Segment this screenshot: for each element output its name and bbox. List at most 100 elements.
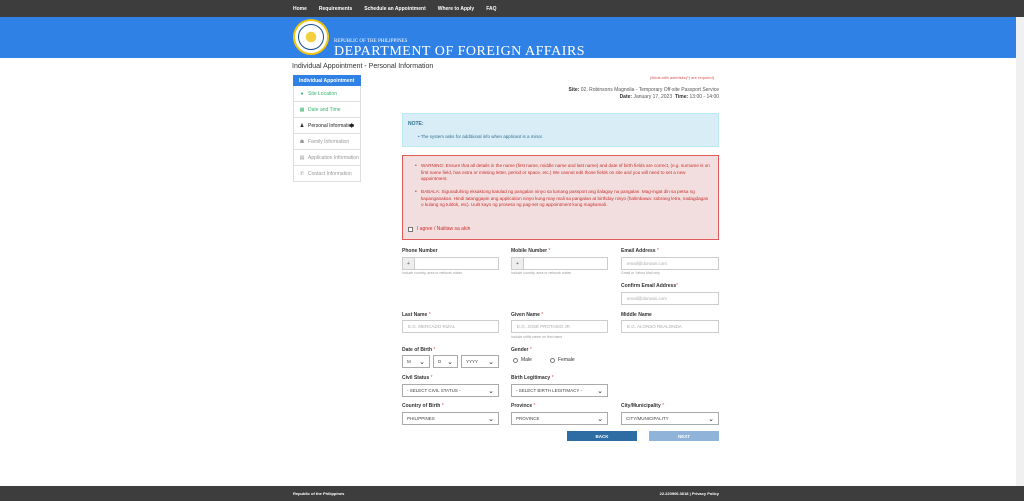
- given-name-hint: Include suffix name on first name: [511, 335, 563, 339]
- dfa-seal-icon[interactable]: [293, 19, 329, 55]
- chevron-down-icon: ⌄: [488, 359, 494, 366]
- sidebar-item-label: Contact Information: [308, 170, 352, 177]
- given-name-label: Given Name *: [511, 312, 543, 318]
- sidebar-item-label: Family Information: [308, 138, 350, 145]
- radio-circle[interactable]: [550, 357, 555, 363]
- middle-name-input[interactable]: E.G. ALONSO REALONDA: [621, 320, 719, 333]
- gender-male-label: Male: [521, 357, 532, 363]
- required-asterisk: *: [548, 248, 551, 254]
- city-label: City/Municipality *: [621, 403, 664, 409]
- sidebar-item-contact-information: ✆ Contact Information: [293, 166, 361, 182]
- site-label: Site:: [568, 87, 580, 93]
- sidebar-item-site-location[interactable]: ● Site Location: [293, 86, 361, 102]
- last-name-label: Last Name *: [402, 312, 431, 318]
- note-title: NOTE:: [408, 121, 424, 127]
- phone-input[interactable]: [414, 257, 499, 270]
- civil-status-label-text: Civil Status: [402, 375, 430, 381]
- location-icon: ●: [300, 90, 304, 97]
- note-text: • The system asks for additional info wh…: [418, 134, 544, 139]
- required-asterisk: *: [428, 312, 431, 318]
- date-label: Date:: [619, 94, 633, 100]
- top-navigation: Home Requirements Schedule an Appointmen…: [0, 0, 1024, 17]
- chevron-down-icon: ⌄: [447, 359, 453, 366]
- mobile-hint: Include country, area or network codes: [511, 271, 572, 275]
- country-label-text: Country of Birth: [402, 403, 441, 409]
- given-name-label-text: Given Name: [511, 312, 540, 318]
- email-input[interactable]: email@domain.com: [621, 257, 719, 270]
- site-info: Site: 02. Robinsons Magnolia - Temporary…: [569, 87, 719, 93]
- gender-label: Gender *: [511, 347, 532, 353]
- email-label-text: Email Address: [621, 248, 656, 254]
- confirm-email-input[interactable]: email@domain.com: [621, 292, 719, 305]
- city-label-text: City/Municipality: [621, 403, 661, 409]
- dob-day-value: D: [438, 359, 442, 364]
- footer-right-text[interactable]: 22.220906.3618 | Privacy Policy: [660, 491, 719, 496]
- last-name-input[interactable]: E.G. MERCADO RIZAL: [402, 320, 499, 333]
- sidebar-item-label: Personal Information: [308, 122, 355, 129]
- next-button[interactable]: NEXT: [649, 431, 719, 441]
- chevron-down-icon: ⌄: [488, 388, 494, 395]
- nav-faq[interactable]: FAQ: [486, 6, 496, 12]
- required-asterisk: *: [430, 375, 433, 381]
- birth-legitimacy-select[interactable]: - SELECT BIRTH LEGITIMACY - ⌄: [511, 384, 608, 397]
- gender-female-radio[interactable]: Female: [550, 357, 575, 363]
- radio-circle[interactable]: [513, 357, 518, 363]
- nav-home[interactable]: Home: [293, 6, 307, 12]
- required-asterisk: *: [676, 283, 679, 289]
- page-title: Individual Appointment - Personal Inform…: [292, 63, 434, 70]
- nav-where-to-apply[interactable]: Where to Apply: [438, 6, 474, 12]
- bullet-icon: •: [415, 189, 417, 195]
- sidebar-item-personal-information[interactable]: ♟ Personal Information ◆: [293, 118, 361, 134]
- appointment-datetime: Date: January 17, 2023 Time: 13:00 - 14:…: [620, 94, 719, 100]
- steps-sidebar: Individual Appointment ● Site Location ▦…: [293, 75, 361, 182]
- birth-legitimacy-label-text: Birth Legitimacy: [511, 375, 551, 381]
- last-name-label-text: Last Name: [402, 312, 428, 318]
- dob-label: Date of Birth *: [402, 347, 435, 353]
- date-value: January 17, 2023: [633, 94, 673, 100]
- mobile-label-text: Mobile Number: [511, 248, 548, 254]
- nav-schedule-appointment[interactable]: Schedule an Appointment: [364, 6, 425, 12]
- country-label: Country of Birth *: [402, 403, 444, 409]
- agree-label[interactable]: I agree / Naiitaw sa akin: [417, 226, 470, 232]
- agree-row[interactable]: I agree / Naiitaw sa akin: [408, 226, 470, 232]
- nav-requirements[interactable]: Requirements: [319, 6, 352, 12]
- required-asterisk: *: [533, 403, 536, 409]
- given-name-input[interactable]: E.G. JOSE PROTASIO JR: [511, 320, 608, 333]
- birth-legitimacy-label: Birth Legitimacy *: [511, 375, 554, 381]
- dob-day-select[interactable]: D ⌄: [433, 355, 458, 368]
- sidebar-item-label: Site Location: [308, 90, 337, 97]
- city-value: CITY/MUNICIPALITY: [626, 416, 669, 421]
- mobile-input[interactable]: [523, 257, 608, 270]
- birth-legitimacy-value: - SELECT BIRTH LEGITIMACY -: [516, 388, 583, 393]
- page-scrollbar[interactable]: [1016, 17, 1024, 491]
- province-select[interactable]: PROVINCE ⌄: [511, 412, 608, 425]
- country-value: PHILIPPINES: [407, 416, 435, 421]
- email-label: Email Address *: [621, 248, 659, 254]
- dob-year-select[interactable]: YYYY ⌄: [461, 355, 499, 368]
- country-select[interactable]: PHILIPPINES ⌄: [402, 412, 499, 425]
- province-label-text: Province: [511, 403, 533, 409]
- time-value: 13:00 - 14:00: [689, 94, 719, 100]
- agree-checkbox[interactable]: [408, 226, 413, 232]
- warning-filipino: BABALA: Siguraduhing eksaktong katulad n…: [421, 189, 709, 208]
- sidebar-item-family-information: ☗ Family Information: [293, 134, 361, 150]
- user-icon: ♟: [299, 122, 305, 129]
- gender-male-radio[interactable]: Male: [513, 357, 532, 363]
- back-button[interactable]: BACK: [567, 431, 637, 441]
- dob-month-select[interactable]: M ⌄: [402, 355, 430, 368]
- department-title: DEPARTMENT OF FOREIGN AFFAIRS: [334, 44, 586, 59]
- gender-label-text: Gender: [511, 347, 529, 353]
- sidebar-item-application-information: ▤ Application Information: [293, 150, 361, 166]
- family-icon: ☗: [299, 138, 305, 145]
- sidebar-header: Individual Appointment: [293, 75, 361, 86]
- civil-status-select[interactable]: - SELECT CIVIL STATUS - ⌄: [402, 384, 499, 397]
- sidebar-item-label: Application Information: [308, 154, 359, 161]
- site-value: 02. Robinsons Magnolia - Temporary Off-s…: [580, 87, 719, 93]
- sidebar-item-label: Date and Time: [308, 106, 341, 113]
- required-asterisk: *: [656, 248, 659, 254]
- required-asterisk: *: [541, 312, 544, 318]
- time-label: Time:: [674, 94, 689, 100]
- sidebar-item-date-time[interactable]: ▦ Date and Time: [293, 102, 361, 118]
- city-select[interactable]: CITY/MUNICIPALITY ⌄: [621, 412, 719, 425]
- note-box: NOTE: • The system asks for additional i…: [402, 113, 719, 147]
